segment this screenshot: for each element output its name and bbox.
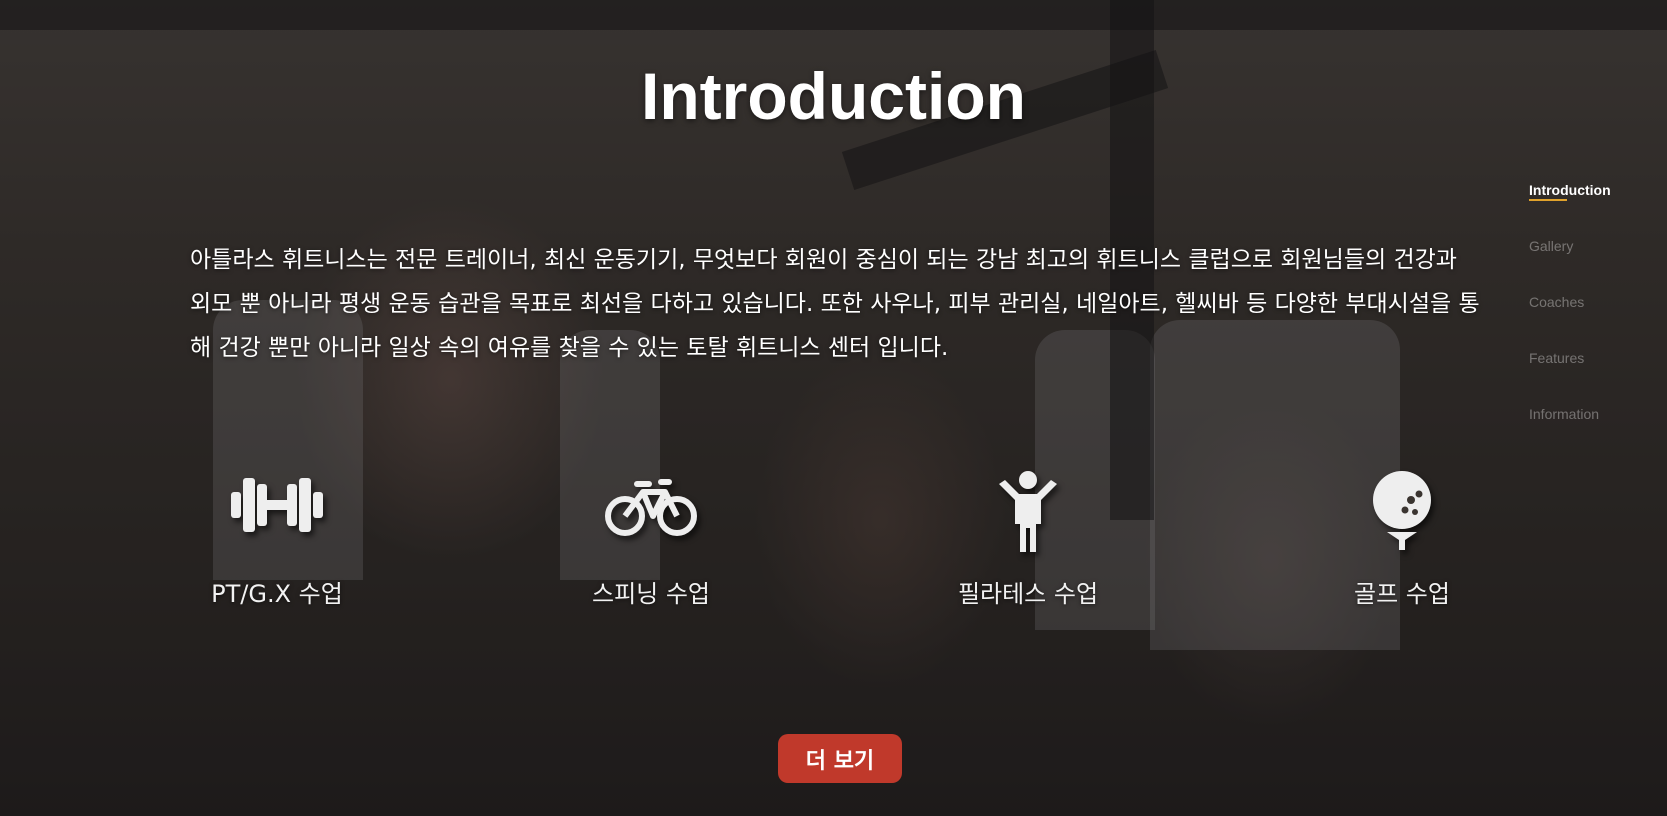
feature-label: 필라테스 수업 [957,580,1099,608]
nav-item-features[interactable]: Features [1529,350,1649,406]
nav-item-label: Coaches [1529,294,1585,310]
feature-label: PT/G.X 수업 [211,580,343,608]
nav-item-label: Introduction [1529,182,1611,198]
active-underline [1529,199,1567,201]
more-button[interactable]: 더 보기 [778,734,902,783]
golf-ball-icon [1282,470,1522,560]
feature-spinning[interactable]: 스피닝 수업 [531,470,771,609]
nav-item-coaches[interactable]: Coaches [1529,294,1649,350]
nav-item-introduction[interactable]: Introduction [1529,182,1649,238]
page-title: Introduction [641,59,1026,133]
nav-item-label: Features [1529,350,1585,366]
nav-item-label: Gallery [1529,238,1574,254]
side-nav: Introduction Gallery Coaches Features In… [1529,182,1649,462]
dumbbell-icon [157,470,397,560]
feature-golf[interactable]: 골프 수업 [1282,470,1522,609]
nav-item-gallery[interactable]: Gallery [1529,238,1649,294]
person-icon [908,470,1148,560]
feature-pt-gx[interactable]: PT/G.X 수업 [157,470,397,609]
nav-item-information[interactable]: Information [1529,406,1649,462]
feature-label: 스피닝 수업 [591,580,711,608]
feature-pilates[interactable]: 필라테스 수업 [908,470,1148,609]
feature-label: 골프 수업 [1354,580,1450,608]
nav-item-label: Information [1529,406,1600,422]
feature-list: PT/G.X 수업 스피닝 수업 필라테스 수업 골프 수업 [0,470,1667,640]
bicycle-icon [531,470,771,560]
intro-description: 아틀라스 휘트니스는 전문 트레이너, 최신 운동기기, 무엇보다 회원이 중심… [190,247,1480,361]
